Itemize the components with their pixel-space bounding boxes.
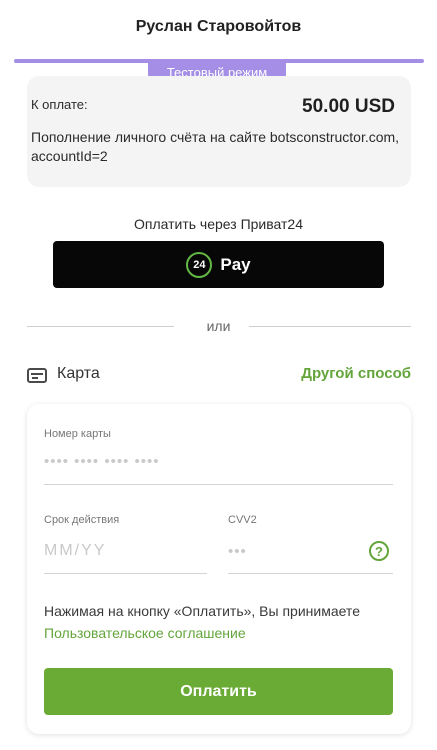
cvv-help-icon[interactable]: ? [369,541,389,561]
submit-payment-button[interactable]: Оплатить [44,668,393,715]
payment-description: Пополнение личного счёта на сайте botsco… [31,129,400,164]
cvv-underline [228,573,393,574]
payment-summary: К оплате: 50.00 USD Пополнение личного с… [27,76,411,187]
credit-card-icon [27,368,47,383]
payment-amount: 50.00 USD [302,96,395,117]
privat24-pay-button[interactable]: 24 Pay [53,241,384,288]
expiry-underline [44,573,207,574]
expiry-input[interactable] [44,540,204,562]
merchant-name: Руслан Старовойтов [135,18,302,35]
privat24-title: Оплатить через Приват24 [133,216,303,232]
pay-button-label: Pay [220,254,251,274]
card-label: Карта [57,365,100,382]
cvv-input[interactable] [228,540,348,562]
user-agreement-link[interactable]: Пользовательское соглашение [44,625,246,641]
card-form: Номер карты Срок действия CVV2 ? Нажимая… [27,404,411,734]
pay-label: К оплате: [31,97,88,112]
divider-right [249,326,411,327]
agreement-prefix: Нажимая на кнопку «Оплатить», Вы принима… [44,603,360,619]
card-number-underline [44,484,393,485]
card-number-label: Номер карты [44,428,111,440]
agreement-text: Нажимая на кнопку «Оплатить», Вы принима… [44,600,384,644]
other-method-link[interactable]: Другой способ [301,365,411,382]
privat24-logo-icon: 24 [186,251,213,278]
card-number-input[interactable] [44,450,393,472]
cvv-label: CVV2 [228,514,257,526]
card-section-header: Карта Другой способ [27,365,411,388]
expiry-label: Срок действия [44,514,120,526]
